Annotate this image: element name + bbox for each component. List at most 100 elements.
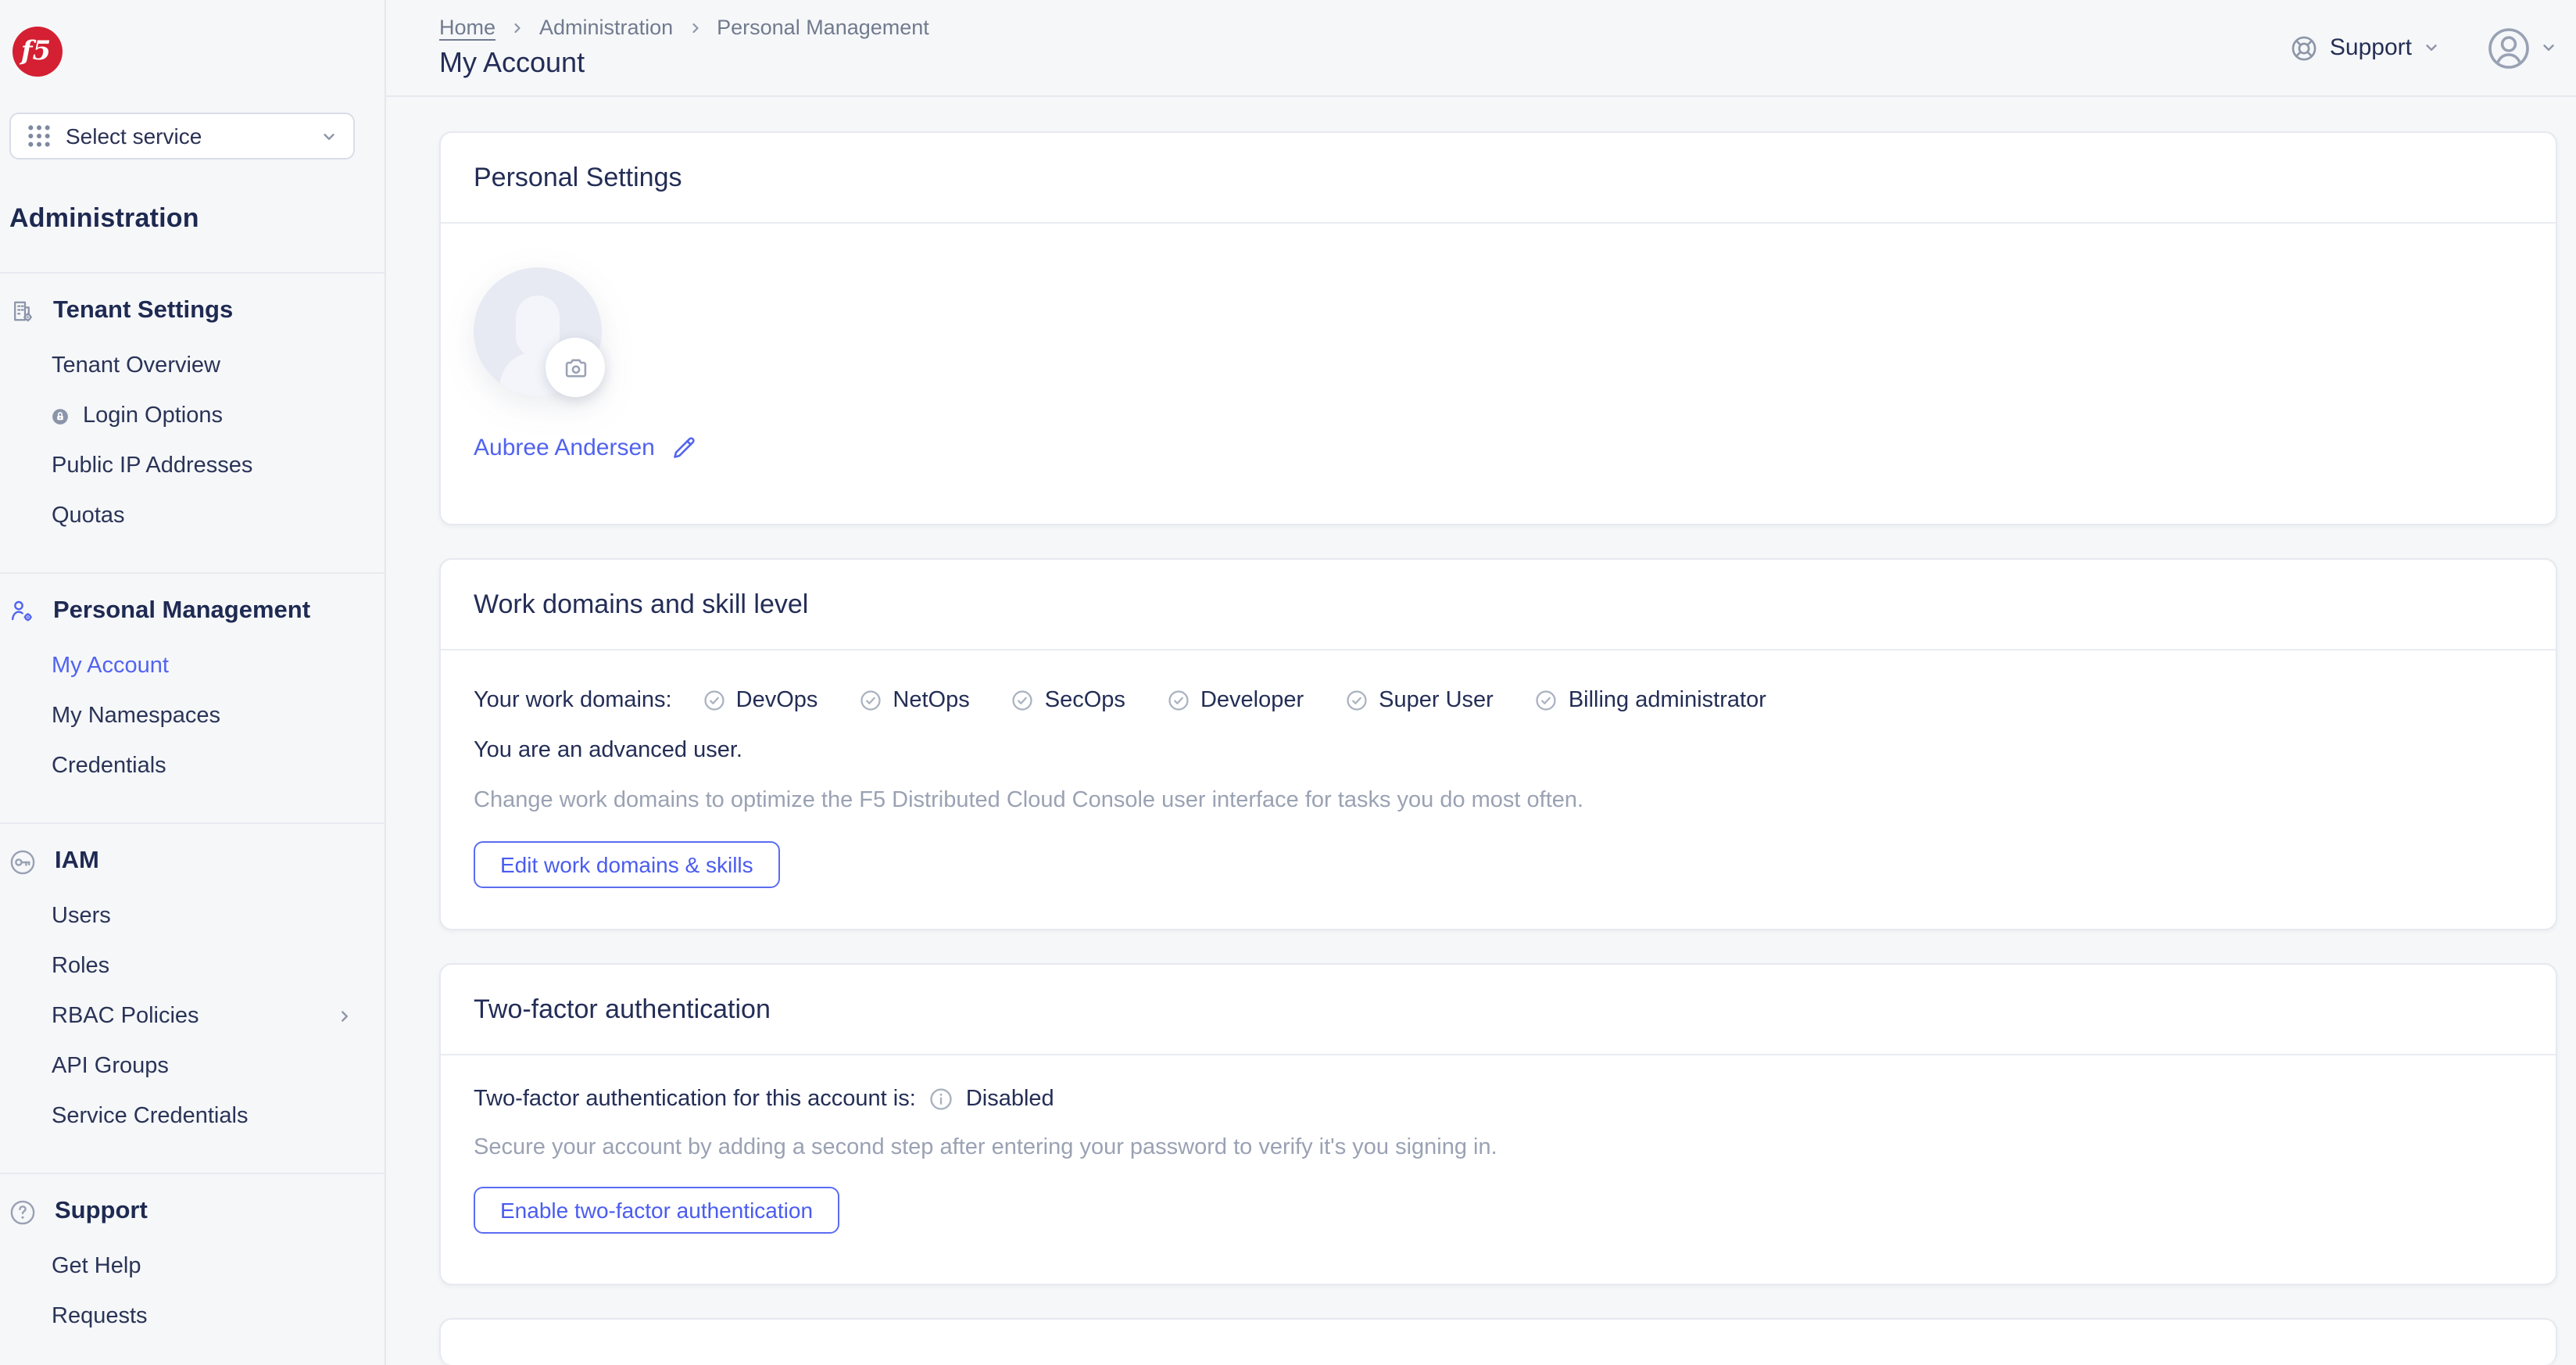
two-factor-status-value: Disabled <box>965 1087 1054 1112</box>
sidebar-item-label: API Groups <box>52 1054 169 1079</box>
f5-logo: f5 <box>13 27 63 77</box>
two-factor-hint: Secure your account by adding a second s… <box>474 1135 1497 1161</box>
service-selector-label: Select service <box>66 124 202 149</box>
sidebar-title: Administration <box>9 203 199 233</box>
header-left: Home Administration Personal Management … <box>439 0 929 95</box>
breadcrumb-personal-management[interactable]: Personal Management <box>717 16 929 39</box>
breadcrumb-home[interactable]: Home <box>439 16 496 39</box>
sidebar-item-get-help[interactable]: Get Help <box>0 1241 385 1292</box>
key-icon <box>9 848 36 875</box>
sidebar: f5 Select service Administration Tenant … <box>0 0 386 1365</box>
sidebar-item-label: Login Options <box>83 403 223 428</box>
two-factor-status-row: Two-factor authentication for this accou… <box>474 1087 2523 1112</box>
sidebar-item-api-groups[interactable]: API Groups <box>0 1041 385 1091</box>
sidebar-divider <box>0 1173 385 1174</box>
sidebar-item-roles[interactable]: Roles <box>0 941 385 991</box>
sidebar-item-public-ip-addresses[interactable]: Public IP Addresses <box>0 441 385 491</box>
sidebar-group-title: IAM <box>55 847 99 874</box>
sidebar-item-my-namespaces[interactable]: My Namespaces <box>0 691 385 741</box>
sidebar-item-label: My Account <box>52 654 169 679</box>
question-circle-icon <box>9 1198 36 1225</box>
building-gear-icon <box>9 299 34 324</box>
support-menu-label: Support <box>2329 34 2412 62</box>
breadcrumb: Home Administration Personal Management <box>439 16 929 39</box>
two-factor-card: Two-factor authentication Two-factor aut… <box>439 963 2557 1286</box>
card-title: Two-factor authentication <box>474 994 771 1024</box>
user-avatar-icon <box>2487 26 2531 70</box>
sidebar-item-service-credentials[interactable]: Service Credentials <box>0 1091 385 1141</box>
work-domains-card: Work domains and skill level Your work d… <box>439 558 2557 931</box>
card-title: Personal Settings <box>474 162 682 192</box>
sidebar-group-personal-management: Personal Management My Account My Namesp… <box>0 596 385 822</box>
sidebar-group-title: Support <box>55 1198 148 1224</box>
sidebar-group-tenant-settings: Tenant Settings Tenant Overview Login Op… <box>0 296 385 572</box>
sidebar-divider <box>0 572 385 574</box>
sidebar-item-label: Tenant Overview <box>52 353 220 378</box>
work-domains-row: Your work domains: DevOps NetOps SecOps <box>474 688 2523 713</box>
domain-chip-super-user: Super User <box>1346 688 1494 713</box>
two-factor-body: Two-factor authentication for this accou… <box>441 1055 2556 1284</box>
sidebar-item-login-options[interactable]: Login Options <box>0 391 385 441</box>
sidebar-group-header-iam: IAM <box>9 846 385 877</box>
sidebar-group-header-tenant-settings: Tenant Settings <box>9 296 385 327</box>
user-menu[interactable] <box>2487 26 2557 70</box>
support-menu[interactable]: Support <box>2291 34 2440 62</box>
two-factor-status-label: Two-factor authentication for this accou… <box>474 1087 916 1112</box>
chevron-right-icon <box>336 1008 353 1025</box>
personal-settings-body: Aubree Andersen <box>441 224 2556 524</box>
card-header: Personal Settings <box>441 133 2556 224</box>
sidebar-item-label: Service Credentials <box>52 1104 249 1129</box>
sidebar-item-label: Requests <box>52 1304 148 1329</box>
app-window: f5 Select service Administration Tenant … <box>0 0 2576 1365</box>
edit-work-domains-button[interactable]: Edit work domains & skills <box>474 841 780 889</box>
domain-chip-label: Super User <box>1379 688 1494 714</box>
chevron-down-icon <box>320 127 338 145</box>
page-title: My Account <box>439 47 585 78</box>
domain-chip-developer: Developer <box>1168 688 1304 713</box>
person-gear-icon <box>9 599 34 624</box>
domain-chip-secops: SecOps <box>1012 688 1125 713</box>
check-circle-icon <box>860 690 882 711</box>
partial-card <box>439 1318 2557 1365</box>
edit-name-button[interactable] <box>671 435 697 461</box>
sidebar-item-requests[interactable]: Requests <box>0 1292 385 1342</box>
sidebar-item-rbac-policies[interactable]: RBAC Policies <box>0 991 385 1041</box>
skill-level-statement: You are an advanced user. <box>474 738 742 764</box>
sidebar-item-label: Users <box>52 904 111 929</box>
check-circle-icon <box>1012 690 1034 711</box>
main-area: Home Administration Personal Management … <box>386 0 2576 1365</box>
chevron-down-icon <box>2540 39 2557 56</box>
breadcrumb-administration[interactable]: Administration <box>539 16 673 39</box>
sidebar-item-label: Get Help <box>52 1254 141 1279</box>
sidebar-group-iam: IAM Users Roles RBAC Policies API Groups… <box>0 846 385 1173</box>
info-icon[interactable] <box>928 1087 953 1112</box>
sidebar-item-label: RBAC Policies <box>52 1004 199 1029</box>
sidebar-item-credentials[interactable]: Credentials <box>0 741 385 791</box>
check-circle-icon <box>1168 690 1190 711</box>
sidebar-item-tenant-overview[interactable]: Tenant Overview <box>0 341 385 391</box>
sidebar-divider <box>0 272 385 274</box>
grid-icon <box>27 124 52 149</box>
sidebar-group-header-support: Support <box>9 1196 385 1227</box>
work-domains-hint: Change work domains to optimize the F5 D… <box>474 788 1584 814</box>
work-domains-body: Your work domains: DevOps NetOps SecOps <box>441 650 2556 929</box>
sidebar-item-my-account[interactable]: My Account <box>0 641 385 691</box>
sidebar-item-label: Roles <box>52 954 110 979</box>
domain-chip-label: NetOps <box>893 688 970 714</box>
breadcrumb-separator-icon <box>687 20 703 35</box>
sidebar-item-quotas[interactable]: Quotas <box>0 491 385 541</box>
change-photo-button[interactable] <box>546 338 605 398</box>
card-title: Work domains and skill level <box>474 589 809 619</box>
f5-logo-text: f5 <box>20 35 52 66</box>
enable-two-factor-button[interactable]: Enable two-factor authentication <box>474 1187 840 1234</box>
lock-icon <box>52 407 69 425</box>
content-area: Personal Settings Aubree Andersen Work d… <box>386 97 2576 1365</box>
top-header: Home Administration Personal Management … <box>386 0 2576 98</box>
service-selector[interactable]: Select service <box>9 113 355 159</box>
domain-chip-label: SecOps <box>1044 688 1125 714</box>
sidebar-item-users[interactable]: Users <box>0 891 385 941</box>
work-domains-label: Your work domains: <box>474 688 672 714</box>
lifebuoy-icon <box>2291 34 2319 62</box>
check-circle-icon <box>1346 690 1368 711</box>
avatar <box>474 267 605 398</box>
